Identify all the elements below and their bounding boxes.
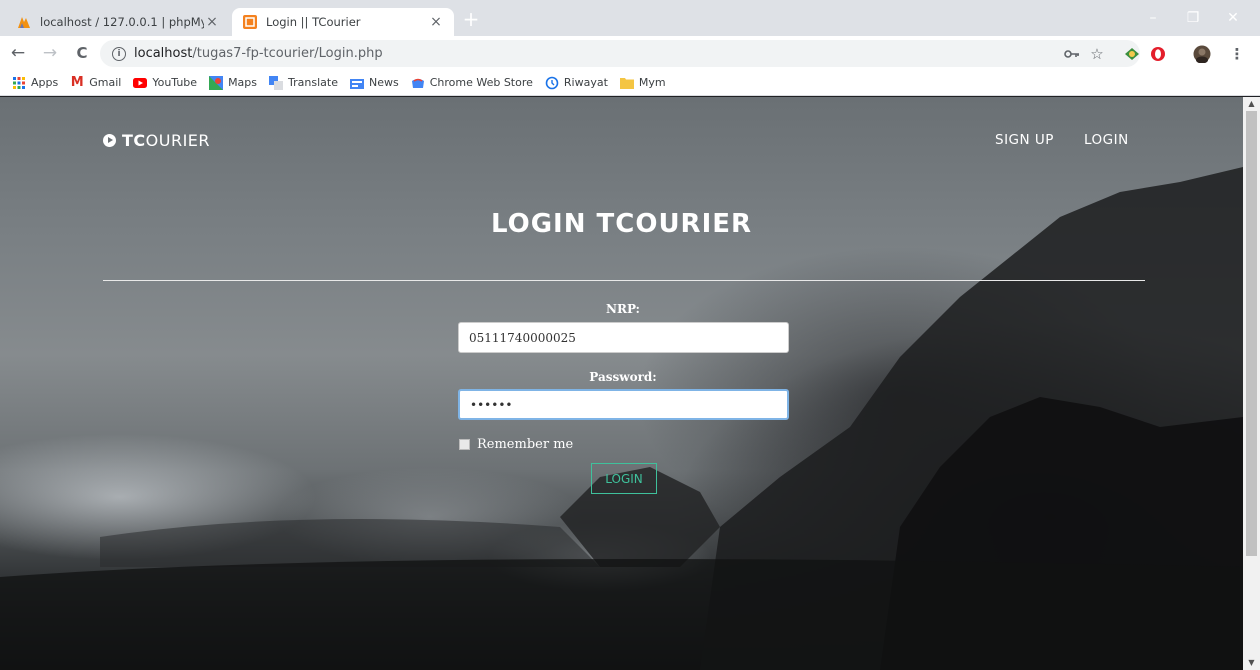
brand-logo[interactable]: TC OURIER (103, 131, 210, 150)
bookmark-apps[interactable]: Apps (12, 76, 58, 90)
youtube-icon (133, 76, 148, 90)
scroll-thumb[interactable] (1246, 111, 1257, 556)
opera-extension-icon[interactable] (1146, 40, 1170, 67)
play-circle-icon (103, 134, 116, 147)
bookmark-maps[interactable]: Maps (209, 75, 258, 90)
info-icon[interactable]: i (112, 46, 126, 61)
bookmark-riwayat[interactable]: Riwayat (545, 76, 608, 90)
tab-close-icon[interactable]: × (204, 14, 220, 30)
bookmark-label: Maps (228, 76, 258, 89)
bookmark-label: Translate (288, 76, 338, 89)
bookmark-gmail[interactable]: M Gmail (70, 75, 122, 90)
bookmark-label: Apps (31, 76, 59, 89)
bookmark-label: Gmail (89, 76, 122, 89)
divider (103, 280, 1145, 281)
bookmark-news[interactable]: News (349, 76, 399, 90)
extension-icon[interactable] (1120, 40, 1144, 67)
password-label: Password: (589, 370, 657, 384)
nrp-input[interactable] (458, 322, 789, 353)
tab-phpmyadmin[interactable]: localhost / 127.0.0.1 | phpMyAdmin × (6, 8, 230, 36)
folder-icon (619, 76, 634, 90)
maps-icon (209, 75, 224, 90)
gmail-icon: M (70, 75, 84, 90)
bookmark-youtube[interactable]: YouTube (133, 76, 197, 90)
page-scrollbar[interactable]: ▲ ▼ (1243, 97, 1260, 670)
bookmark-translate[interactable]: Translate (269, 75, 338, 90)
new-tab-button[interactable]: + (460, 9, 482, 31)
nav-signup-link[interactable]: SIGN UP (995, 132, 1054, 148)
forward-button[interactable]: → (36, 39, 64, 67)
address-bar[interactable]: i localhost/tugas7-fp-tcourier/Login.php (100, 40, 1140, 67)
login-button[interactable]: LOGIN (591, 463, 657, 494)
history-icon (545, 76, 559, 90)
browser-toolbar: ← → C i localhost/tugas7-fp-tcourier/Log… (0, 36, 1260, 70)
password-input[interactable] (458, 389, 789, 420)
bookmark-mym[interactable]: Mym (619, 76, 666, 90)
back-button[interactable]: ← (4, 39, 32, 67)
translate-icon (269, 75, 284, 90)
bookmark-label: Mym (638, 76, 666, 89)
tab-title: Login || TCourier (266, 15, 361, 29)
tab-close-icon[interactable]: × (428, 14, 444, 30)
phpmyadmin-favicon-icon (16, 14, 32, 30)
url-host: localhost (134, 46, 193, 61)
scroll-up-icon[interactable]: ▲ (1243, 97, 1260, 111)
bookmark-label: Chrome Web Store (429, 76, 533, 89)
bookmark-label: YouTube (152, 76, 198, 89)
key-icon[interactable] (1060, 40, 1084, 67)
nav-login-link[interactable]: LOGIN (1084, 132, 1129, 148)
bookmark-label: News (368, 76, 399, 89)
scroll-down-icon[interactable]: ▼ (1243, 656, 1260, 670)
profile-avatar-icon[interactable] (1190, 40, 1214, 67)
menu-kebab-icon[interactable]: ⋮ (1225, 40, 1249, 67)
tcourier-favicon-icon (242, 14, 258, 30)
bookmark-chrome-web-store[interactable]: Chrome Web Store (411, 76, 533, 90)
brand-rest: OURIER (145, 131, 211, 150)
apps-grid-icon (12, 76, 26, 90)
web-store-icon (411, 76, 425, 90)
brand-bold: TC (122, 131, 146, 150)
page-title: LOGIN TCOURIER (490, 209, 753, 239)
remember-me[interactable]: Remember me (459, 437, 573, 452)
tab-strip: localhost / 127.0.0.1 | phpMyAdmin × Log… (0, 0, 1260, 36)
page-viewport: TC OURIER SIGN UP LOGIN LOGIN TCOURIER NR… (0, 97, 1243, 670)
bookmark-star-icon[interactable]: ☆ (1085, 40, 1109, 67)
nrp-label: NRP: (606, 302, 640, 316)
tab-title: localhost / 127.0.0.1 | phpMyAdmin (40, 15, 204, 29)
news-icon (349, 76, 364, 90)
close-window-button[interactable]: ✕ (1210, 0, 1256, 36)
tab-tcourier[interactable]: Login || TCourier × (232, 8, 454, 36)
bookmark-label: Riwayat (563, 76, 608, 89)
remember-label: Remember me (477, 437, 574, 452)
remember-checkbox[interactable] (459, 439, 470, 450)
bookmarks-bar: Apps M Gmail YouTube Maps Translate News… (0, 70, 1260, 96)
reload-button[interactable]: C (68, 39, 96, 67)
url-path: /tugas7-fp-tcourier/Login.php (192, 46, 383, 61)
